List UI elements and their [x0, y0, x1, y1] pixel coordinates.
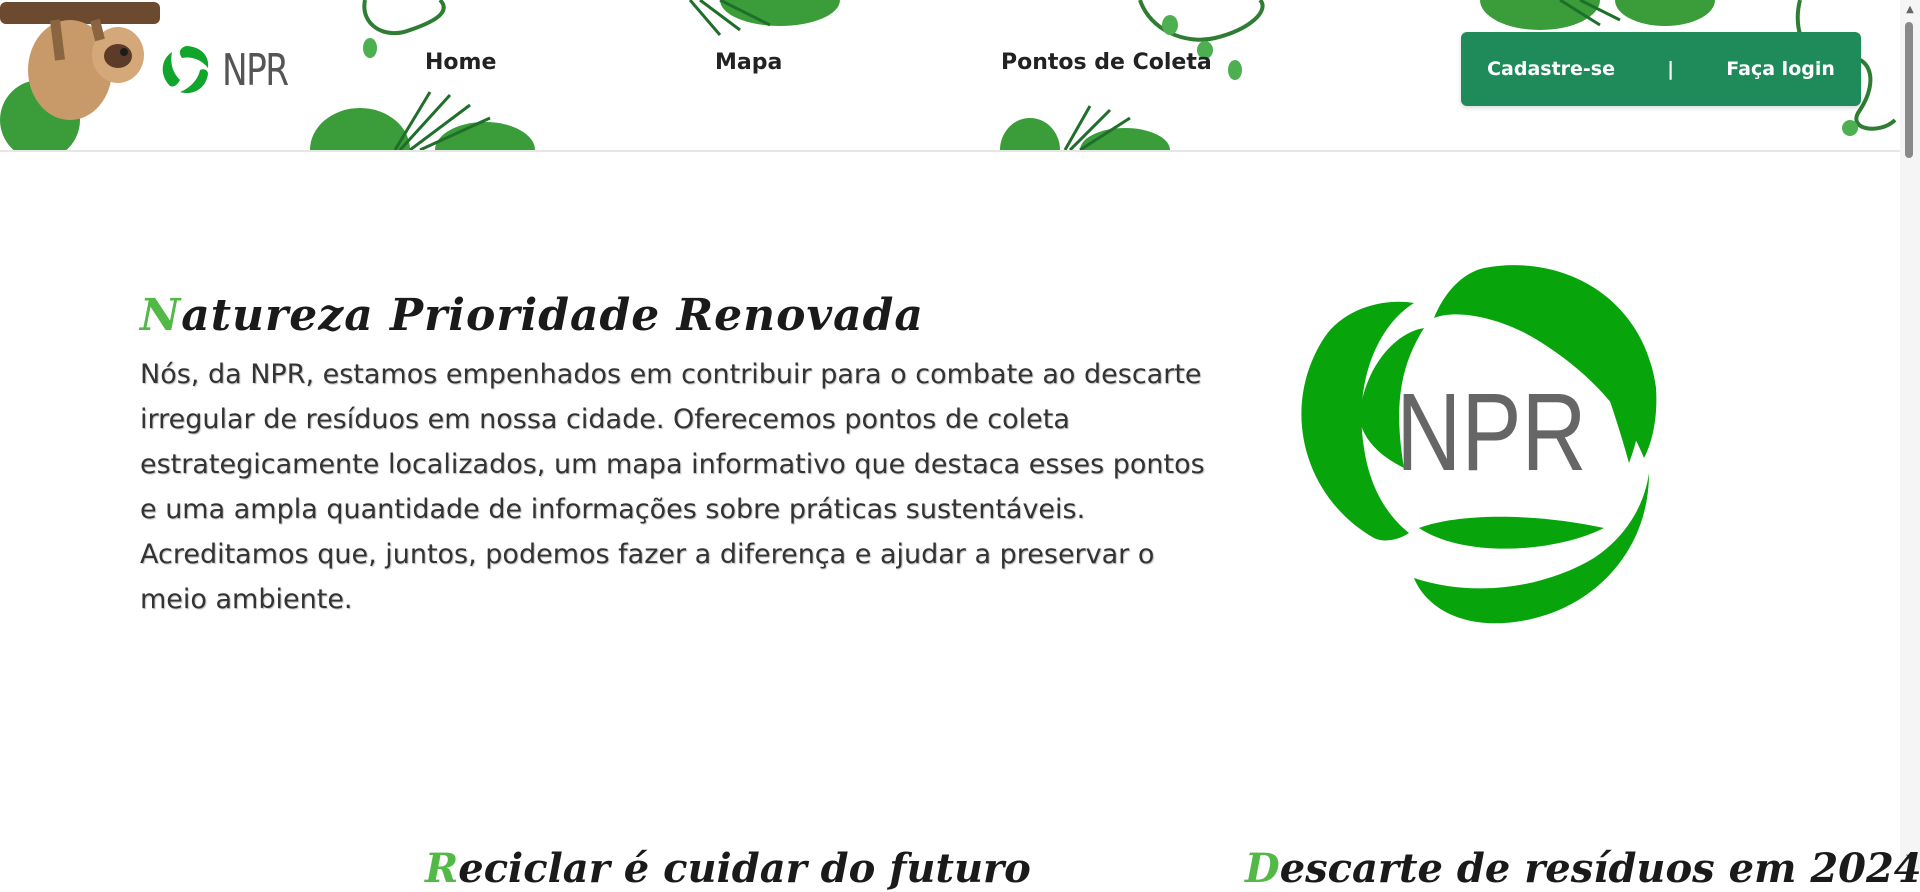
nav-home-link[interactable]: Home	[425, 50, 496, 75]
hero-title-rest: atureza Prioridade Renovada	[181, 290, 924, 341]
recycle-leaves-icon	[162, 46, 209, 94]
hero-description: Nós, da NPR, estamos empenhados em contr…	[140, 359, 1205, 615]
auth-separator: |	[1667, 58, 1675, 80]
login-button[interactable]: Faça login	[1726, 58, 1835, 80]
logo-text: NPR	[222, 44, 289, 96]
page-scrollbar[interactable]: ▲ ▼	[1900, 0, 1920, 869]
npr-recycle-logo: NPR	[1301, 265, 1657, 624]
scroll-thumb[interactable]	[1905, 22, 1913, 158]
auth-box: Cadastre-se | Faça login	[1461, 32, 1861, 106]
sloth-icon	[28, 18, 144, 120]
nav-mapa-link[interactable]: Mapa	[715, 50, 782, 75]
npr-logo-text: NPR	[1396, 372, 1586, 494]
site-logo[interactable]: NPR	[158, 42, 306, 98]
hero-title: Natureza Prioridade Renovada	[140, 290, 924, 341]
scroll-up-arrow-icon[interactable]: ▲	[1900, 2, 1920, 18]
hero-title-initial: N	[140, 290, 182, 341]
nav-pontos-de-coleta-link[interactable]: Pontos de Coleta	[1001, 50, 1212, 75]
signup-button[interactable]: Cadastre-se	[1487, 58, 1615, 80]
site-header: NPR Home Mapa Pontos de Coleta Cadastre-…	[0, 0, 1900, 152]
